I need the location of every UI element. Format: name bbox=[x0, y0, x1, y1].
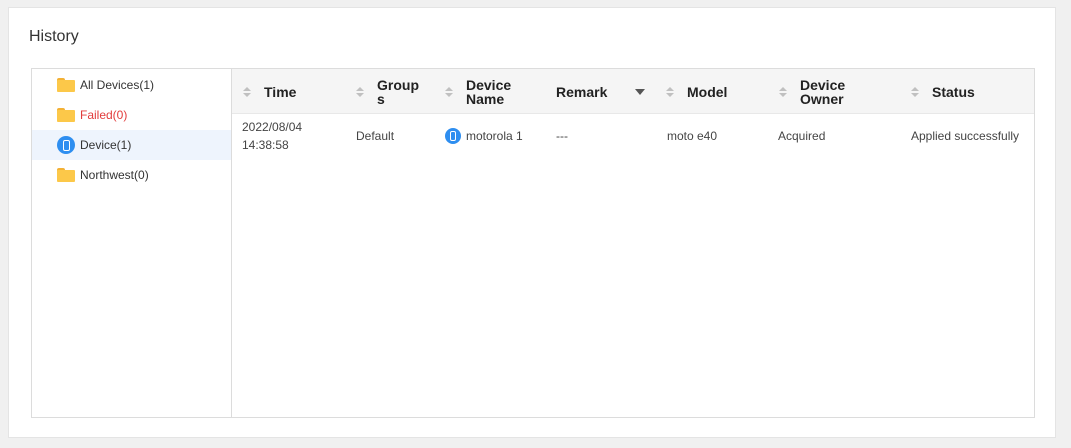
cell-device-name[interactable]: motorola 1 bbox=[445, 127, 523, 145]
history-panel: History All Devices(1) Failed(0) Device(… bbox=[8, 7, 1056, 438]
sort-icon[interactable] bbox=[445, 86, 453, 97]
sort-icon[interactable] bbox=[911, 86, 919, 97]
cell-device-owner: Acquired bbox=[778, 129, 826, 143]
folder-icon bbox=[57, 78, 75, 92]
column-header-remark[interactable]: Remark bbox=[556, 69, 607, 114]
folder-icon bbox=[57, 168, 75, 182]
sort-icon[interactable] bbox=[243, 86, 251, 97]
history-table: Time Group s Device Name Remark Model De… bbox=[232, 69, 1034, 417]
cell-time: 2022/08/04 14:38:58 bbox=[242, 120, 303, 152]
column-header-groups[interactable]: Group s bbox=[356, 69, 419, 114]
table-header: Time Group s Device Name Remark Model De… bbox=[232, 69, 1034, 114]
sidebar-item-label: All Devices(1) bbox=[80, 78, 155, 92]
device-icon bbox=[445, 128, 461, 144]
table-row[interactable]: 2022/08/04 14:38:58 Default motorola 1 -… bbox=[232, 115, 1034, 159]
sort-icon[interactable] bbox=[666, 86, 674, 97]
device-icon bbox=[57, 136, 75, 154]
cell-status: Applied successfully bbox=[911, 129, 1020, 143]
column-header-device-owner[interactable]: Device Owner bbox=[779, 69, 845, 114]
sort-icon[interactable] bbox=[779, 86, 787, 97]
sidebar-item-device[interactable]: Device(1) bbox=[32, 130, 231, 160]
filter-dropdown-icon[interactable] bbox=[635, 89, 645, 95]
folder-icon bbox=[57, 108, 75, 122]
cell-groups: Default bbox=[356, 129, 395, 143]
sidebar-item-failed[interactable]: Failed(0) bbox=[32, 100, 231, 130]
column-header-device-name[interactable]: Device Name bbox=[445, 69, 511, 114]
sidebar-item-label: Device(1) bbox=[80, 138, 132, 152]
panel-title: History bbox=[29, 28, 79, 45]
sidebar-item-label: Failed(0) bbox=[80, 108, 128, 122]
history-frame: All Devices(1) Failed(0) Device(1) North… bbox=[31, 68, 1035, 418]
column-header-model[interactable]: Model bbox=[666, 69, 727, 114]
sort-icon[interactable] bbox=[356, 86, 364, 97]
sidebar-item-label: Northwest(0) bbox=[80, 168, 149, 182]
cell-model: moto e40 bbox=[667, 129, 718, 143]
cell-remark: --- bbox=[556, 129, 568, 143]
device-name-link[interactable]: motorola 1 bbox=[466, 127, 523, 145]
sidebar-item-northwest[interactable]: Northwest(0) bbox=[32, 160, 231, 190]
column-header-time[interactable]: Time bbox=[243, 69, 296, 114]
group-tree-sidebar: All Devices(1) Failed(0) Device(1) North… bbox=[32, 69, 232, 417]
column-header-status[interactable]: Status bbox=[911, 69, 975, 114]
sidebar-item-all-devices[interactable]: All Devices(1) bbox=[32, 70, 231, 100]
